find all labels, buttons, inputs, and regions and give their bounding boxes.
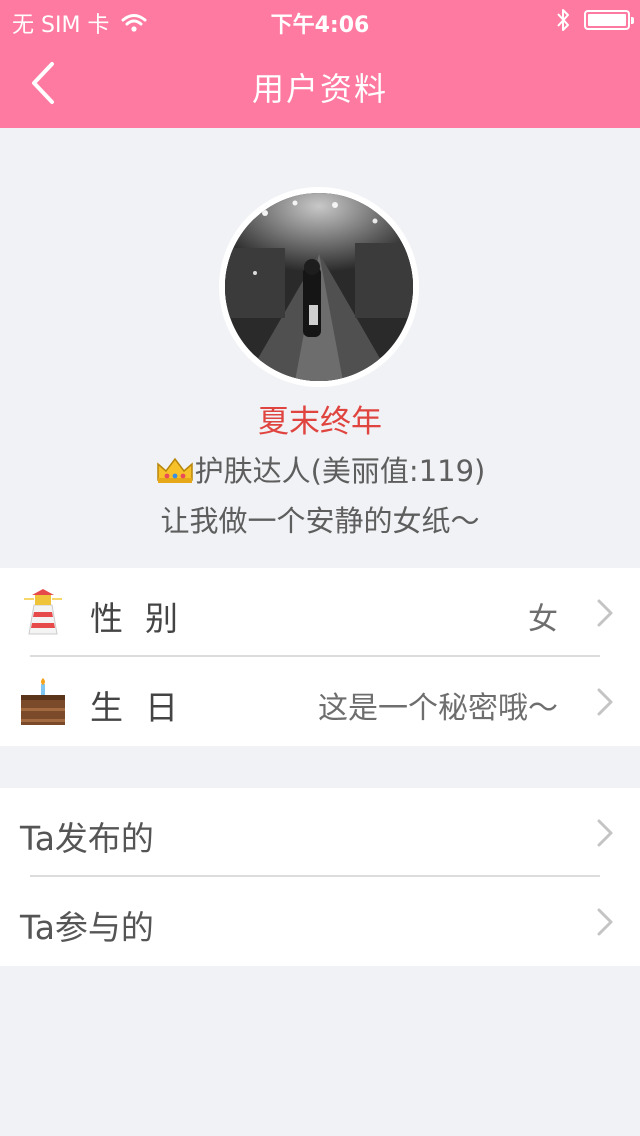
header: 无 SIM 卡 下午4:06 用户资料 xyxy=(0,0,640,128)
nav-bar: 用户资料 xyxy=(0,40,640,128)
birthday-label: 生日 xyxy=(90,688,200,727)
published-label: Ta发布的 xyxy=(20,819,154,858)
birthday-value: 这是一个秘密哦～ xyxy=(318,691,558,726)
nickname: 夏末终年 xyxy=(258,404,382,440)
activity-group: Ta发布的 Ta参与的 xyxy=(0,788,640,966)
status-right xyxy=(556,8,634,32)
page-title: 用户资料 xyxy=(251,70,388,108)
avatar[interactable] xyxy=(219,187,419,387)
gender-row[interactable]: 性别 女 xyxy=(0,568,640,657)
bluetooth-icon xyxy=(557,9,569,31)
published-row[interactable]: Ta发布的 xyxy=(0,788,640,877)
level-line: 护肤达人(美丽值:119) xyxy=(0,448,640,490)
lighthouse-icon xyxy=(24,589,62,635)
signature: 让我做一个安静的女纸～ xyxy=(160,504,480,538)
chevron-right-icon xyxy=(597,599,613,627)
birthday-row[interactable]: 生日 这是一个秘密哦～ xyxy=(0,657,640,746)
battery-icon xyxy=(584,10,634,30)
status-bar: 无 SIM 卡 下午4:06 xyxy=(0,0,640,40)
info-group: 性别 女 生日 这是一个秘密哦～ xyxy=(0,568,640,746)
status-time: 下午4:06 xyxy=(270,13,370,38)
gender-label: 性别 xyxy=(90,599,200,638)
participated-row[interactable]: Ta参与的 xyxy=(0,877,640,966)
crown-icon xyxy=(156,457,193,483)
chevron-right-icon xyxy=(597,688,613,716)
birthday-cake-icon xyxy=(21,678,65,725)
gender-value: 女 xyxy=(528,602,558,637)
avatar-photo xyxy=(225,193,413,381)
participated-label: Ta参与的 xyxy=(20,908,154,947)
chevron-right-icon xyxy=(597,819,613,847)
level-text: 护肤达人(美丽值:119) xyxy=(194,454,486,488)
chevron-right-icon xyxy=(597,908,613,936)
